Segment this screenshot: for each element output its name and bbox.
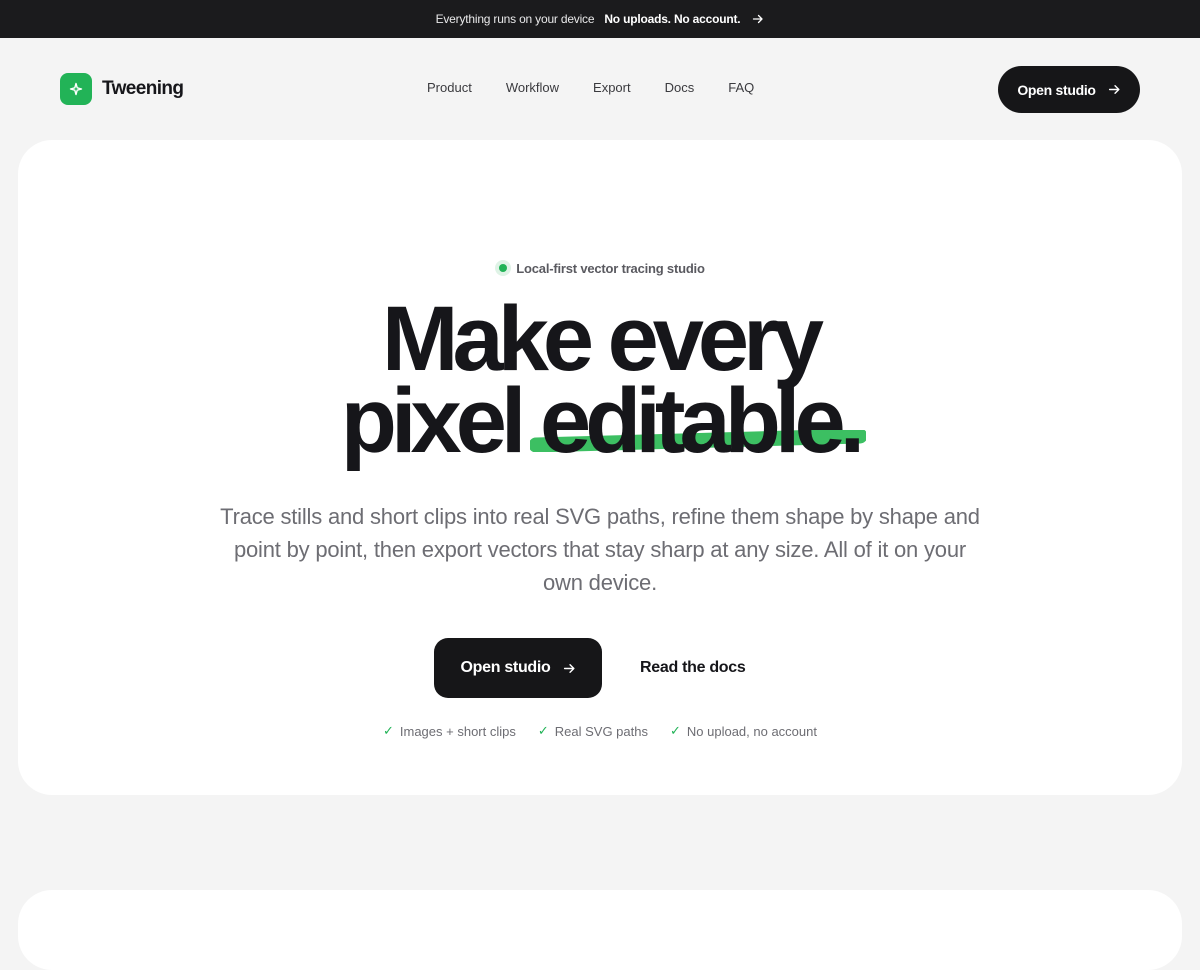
announcement-highlight: No uploads. No account.	[604, 12, 741, 26]
feature-item: ✓ Real SVG paths	[538, 723, 648, 739]
brand-name: Tweening	[102, 78, 184, 99]
arrow-right-icon	[1108, 83, 1121, 96]
headline-line-2: pixel editable.	[18, 375, 1182, 467]
headline-plain-word: pixel	[340, 370, 527, 472]
hero-badge: Local-first vector tracing studio	[18, 260, 1182, 276]
nav-item-export[interactable]: Export	[593, 80, 631, 95]
feature-label: Real SVG paths	[554, 723, 648, 739]
hero-open-studio-button[interactable]: Open studio	[434, 638, 602, 698]
nav-item-docs[interactable]: Docs	[665, 80, 695, 95]
headline-accent-word: editable.	[530, 375, 866, 467]
arrow-right-icon	[563, 662, 576, 675]
headline-accent-text: editable.	[540, 370, 865, 472]
nav-item-faq[interactable]: FAQ	[728, 80, 754, 95]
next-section-card	[18, 890, 1182, 970]
announcement-text: Everything runs on your device	[435, 12, 595, 26]
feature-label: Images + short clips	[399, 723, 516, 739]
hero-badge-text: Local-first vector tracing studio	[516, 260, 705, 276]
feature-item: ✓ No upload, no account	[670, 723, 817, 739]
hero-cta-label: Open studio	[460, 659, 551, 676]
header-cta-label: Open studio	[1017, 81, 1096, 98]
hero-section: Local-first vector tracing studio Make e…	[18, 140, 1182, 795]
headline-line-1: Make every	[381, 288, 824, 390]
feature-list: ✓ Images + short clips ✓ Real SVG paths …	[18, 723, 1182, 739]
check-icon: ✓	[382, 723, 394, 738]
site-header: Tweening Product Workflow Export Docs FA…	[0, 38, 1200, 140]
arrow-right-icon	[752, 13, 764, 25]
check-icon: ✓	[537, 723, 549, 738]
sparkle-icon	[60, 73, 92, 105]
hero-subtitle: Trace stills and short clips into real S…	[220, 504, 980, 595]
feature-item: ✓ Images + short clips	[383, 723, 516, 739]
header-open-studio-button[interactable]: Open studio	[998, 66, 1140, 113]
main-nav: Product Workflow Export Docs FAQ	[427, 80, 754, 95]
feature-label: No upload, no account	[686, 723, 817, 739]
brand-logo[interactable]: Tweening	[60, 73, 184, 105]
nav-item-product[interactable]: Product	[427, 80, 472, 95]
status-dot-icon	[495, 260, 512, 276]
hero-headline: Make every pixel editable.	[18, 288, 1182, 467]
read-docs-link[interactable]: Read the docs	[640, 638, 746, 698]
check-icon: ✓	[669, 723, 681, 738]
announcement-bar[interactable]: Everything runs on your device No upload…	[0, 0, 1200, 38]
nav-item-workflow[interactable]: Workflow	[506, 80, 559, 95]
